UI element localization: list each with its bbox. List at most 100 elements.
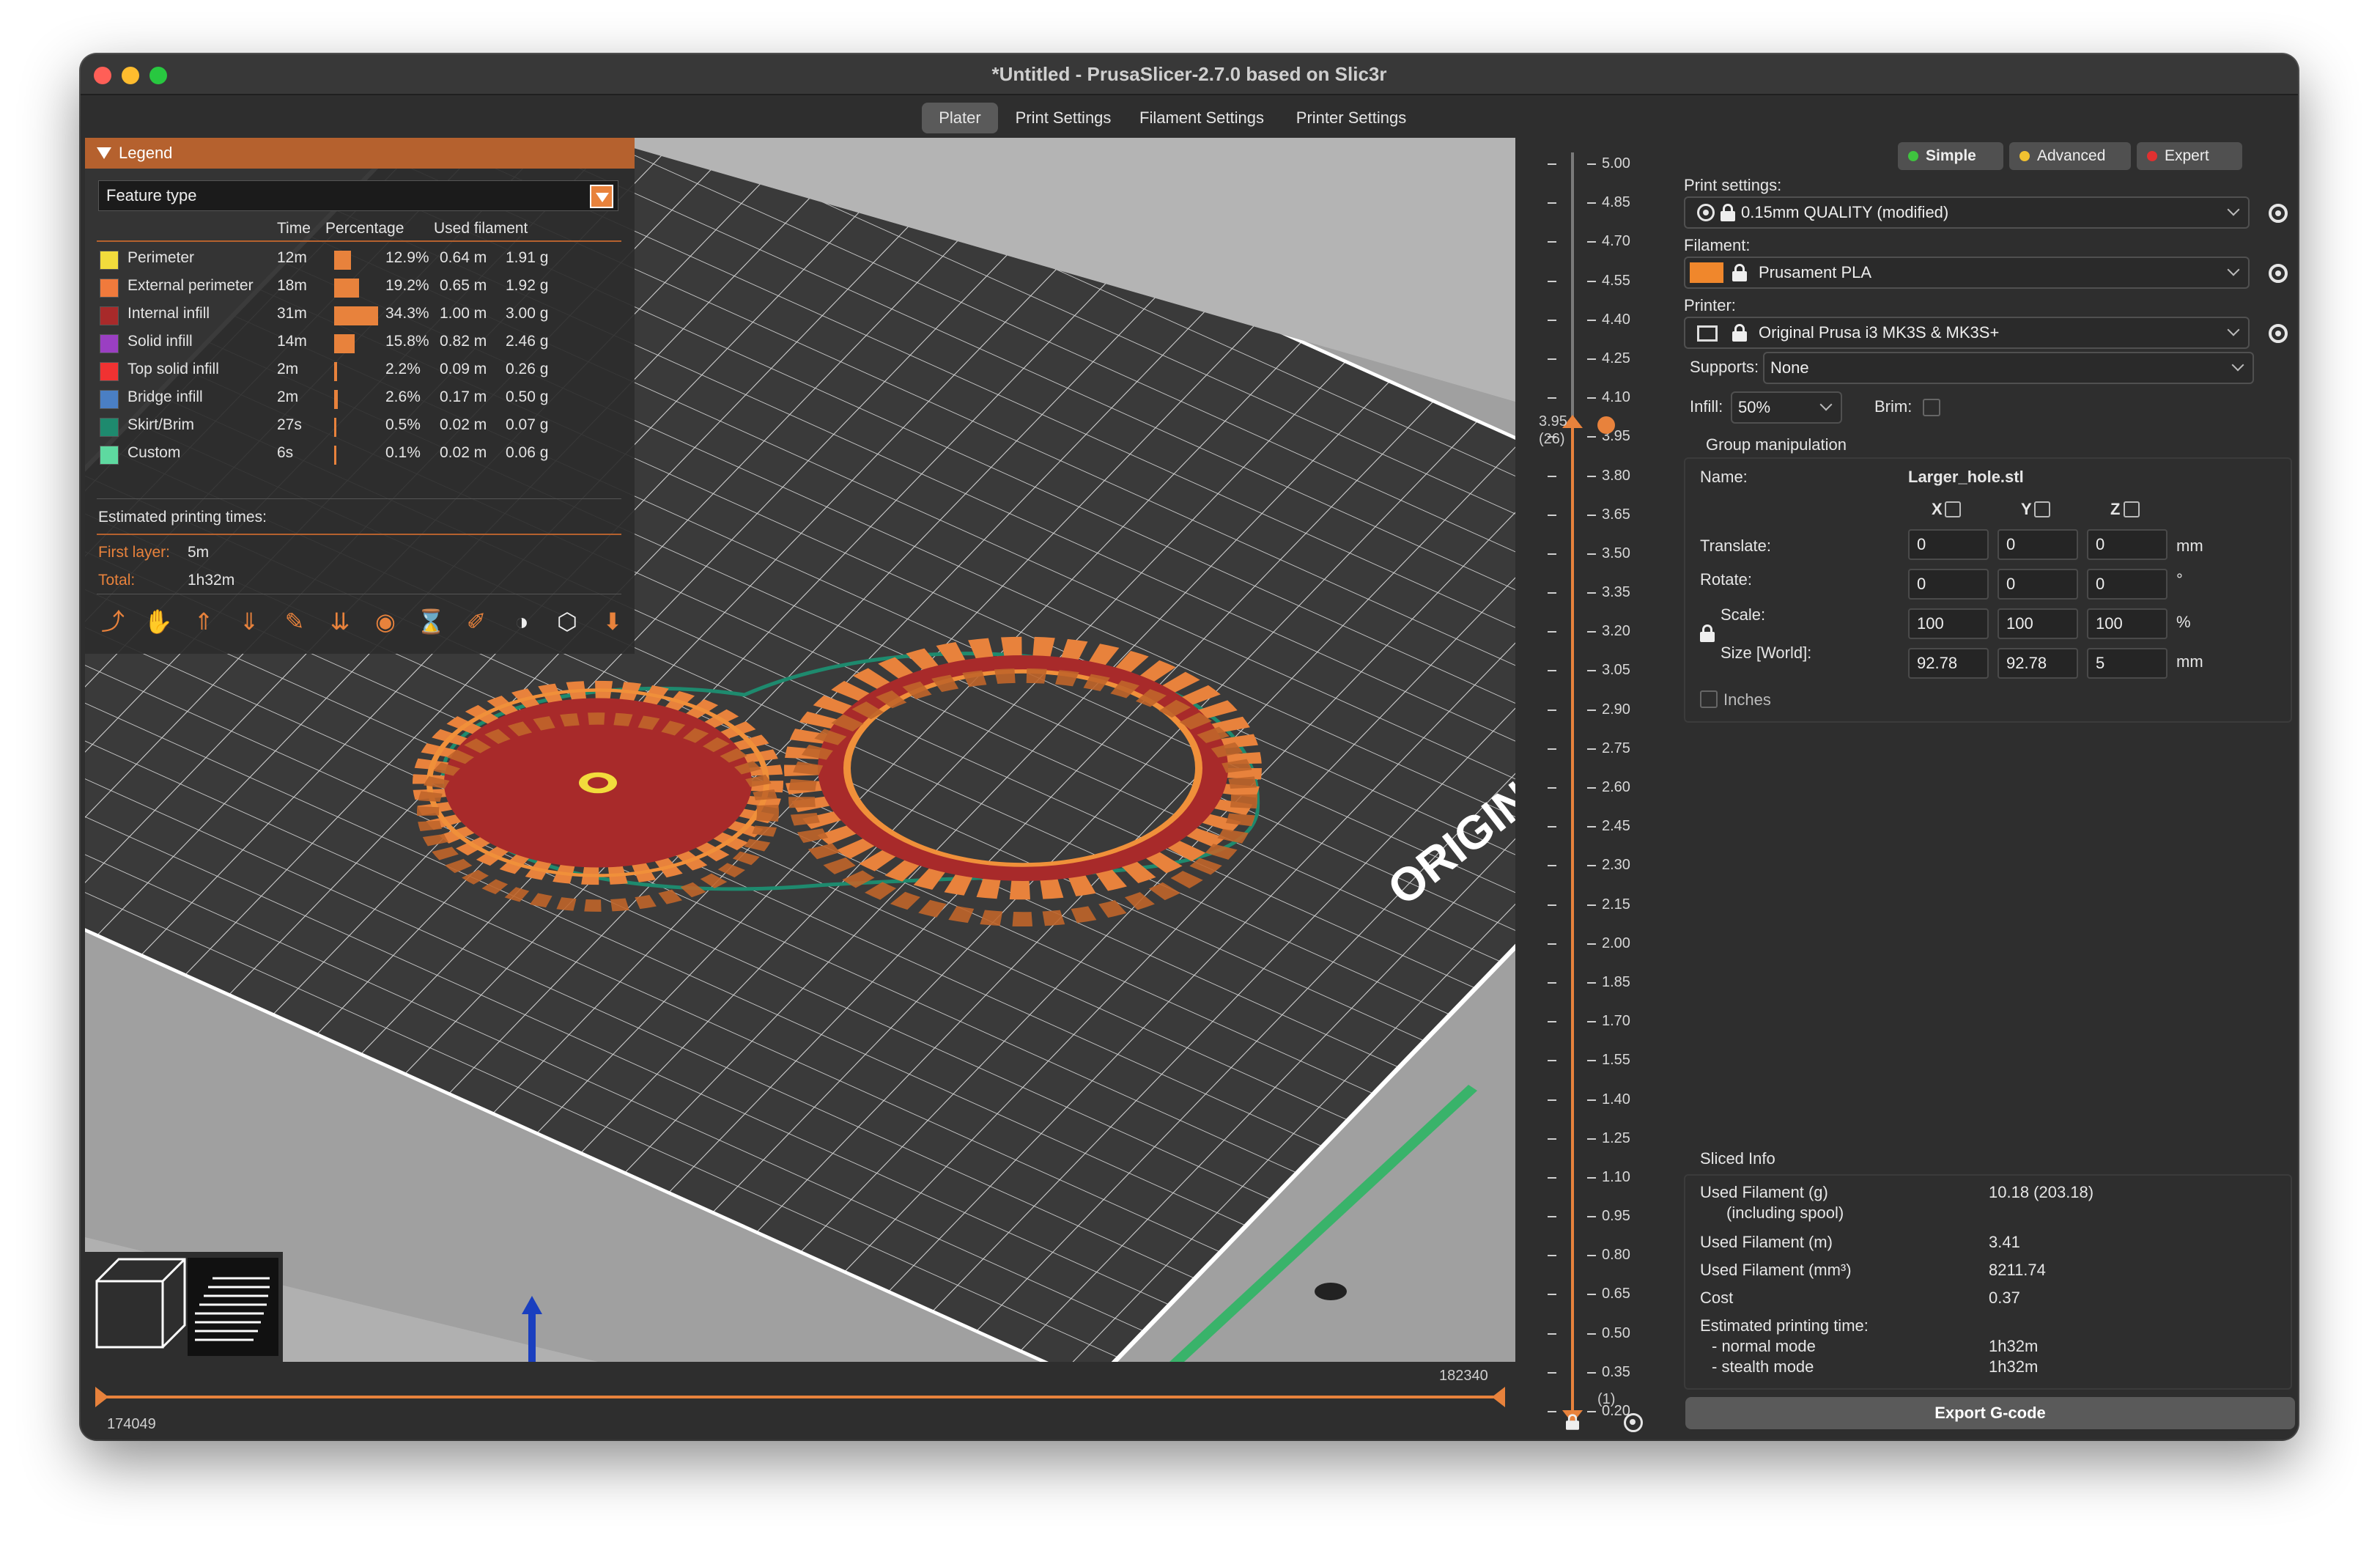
- unlock-icon[interactable]: [1566, 1414, 1579, 1430]
- rotate-x-input[interactable]: 0: [1908, 569, 1989, 600]
- inches-checkbox[interactable]: [1700, 690, 1718, 708]
- tick-mark: [1548, 865, 1556, 866]
- preview-view-button[interactable]: [188, 1258, 278, 1356]
- filament-color-swatch[interactable]: [1690, 262, 1723, 283]
- size-y-input[interactable]: 92.78: [1998, 648, 2078, 679]
- shells-icon[interactable]: ⬡: [551, 605, 583, 638]
- infill-combo[interactable]: 50%: [1731, 391, 1842, 424]
- mode-advanced-button[interactable]: Advanced: [2009, 142, 2131, 170]
- legend-row[interactable]: Solid infill 14m 15.8% 0.82 m 2.46 g: [85, 328, 635, 356]
- deretractions-icon[interactable]: ⇓: [233, 605, 265, 638]
- scale-lock-icon[interactable]: [1700, 624, 1715, 642]
- horizontal-slider[interactable]: 174049 182340: [85, 1362, 1515, 1440]
- tick-label: 1.25: [1602, 1130, 1630, 1146]
- tab-printer-settings[interactable]: Printer Settings: [1279, 103, 1423, 133]
- tab-plater[interactable]: Plater: [922, 103, 998, 133]
- used-mm3-label: Used Filament (mm³): [1700, 1261, 1852, 1279]
- tick-label: 2.75: [1602, 740, 1630, 756]
- drop-to-bed-z-icon[interactable]: [2124, 501, 2140, 517]
- feature-type-select[interactable]: Feature type: [98, 180, 618, 211]
- filament-label: Filament:: [1684, 236, 1751, 254]
- expert-dot-icon: [2147, 151, 2157, 161]
- scale-z-input[interactable]: 100: [2087, 608, 2168, 639]
- legend-row[interactable]: Top solid infill 2m 2.2% 0.09 m 0.26 g: [85, 356, 635, 384]
- export-gcode-button[interactable]: Export G-code: [1685, 1397, 2295, 1429]
- brim-checkbox[interactable]: [1923, 399, 1940, 416]
- legend-row[interactable]: Bridge infill 2m 2.6% 0.17 m 0.50 g: [85, 384, 635, 412]
- rotate-z-input[interactable]: 0: [2087, 569, 2168, 600]
- drop-to-bed-y-icon[interactable]: [2034, 501, 2050, 517]
- tick-mark: [1587, 163, 1596, 165]
- legend-header[interactable]: Legend: [85, 138, 635, 169]
- mode-expert-button[interactable]: Expert: [2137, 142, 2242, 170]
- right-thumb-icon[interactable]: [1492, 1387, 1505, 1407]
- legend-length: 0.65 m: [440, 277, 487, 294]
- left-thumb-icon[interactable]: [95, 1387, 108, 1407]
- dropdown-arrow-icon[interactable]: [590, 185, 613, 208]
- scale-label: Scale:: [1721, 605, 1766, 624]
- wipe-icon[interactable]: ✋: [142, 605, 174, 638]
- translate-x-input[interactable]: 0: [1908, 529, 1989, 560]
- mode-simple-button[interactable]: Simple: [1898, 142, 2003, 170]
- print-settings-combo[interactable]: 0.15mm QUALITY (modified): [1684, 196, 2250, 229]
- printer-combo[interactable]: Original Prusa i3 MK3S & MK3S+: [1684, 317, 2250, 349]
- drop-to-bed-x-icon[interactable]: [1945, 501, 1961, 517]
- pause-prints-icon[interactable]: ⌛: [415, 605, 447, 638]
- sidebar: Simple Advanced Expert Print settings: 0…: [1682, 138, 2298, 1440]
- tick-mark: [1548, 476, 1556, 477]
- filament-combo[interactable]: Prusament PLA: [1684, 257, 2250, 289]
- tool-changes-icon[interactable]: ⇊: [324, 605, 356, 638]
- printer-gear-icon[interactable]: [2269, 324, 2288, 343]
- scale-y-input[interactable]: 100: [1998, 608, 2078, 639]
- tool-marker-icon[interactable]: ⬇: [596, 605, 629, 638]
- tick-mark: [1548, 202, 1556, 204]
- 3d-view-button[interactable]: [89, 1253, 182, 1356]
- stealth-mode-label: - stealth mode: [1712, 1357, 1814, 1376]
- center-of-gravity-icon[interactable]: ◑: [506, 605, 538, 638]
- legend-row[interactable]: Internal infill 31m 34.3% 1.00 m 3.00 g: [85, 301, 635, 328]
- legend-row[interactable]: Skirt/Brim 27s 0.5% 0.02 m 0.07 g: [85, 412, 635, 440]
- vertical-slider[interactable]: 5.00 4.85 4.70 4.55 4.40 4.25 4.10 3.95 3.80 3.65…: [1521, 138, 1643, 1440]
- settings-cog-icon[interactable]: [1624, 1413, 1643, 1432]
- tick-mark: [1548, 1411, 1556, 1412]
- seams-icon[interactable]: ✎: [278, 605, 311, 638]
- legend-time: 6s: [277, 444, 294, 461]
- size-x-input[interactable]: 92.78: [1908, 648, 1989, 679]
- filament-gear-icon[interactable]: [2269, 264, 2288, 283]
- add-color-change-icon[interactable]: [1597, 416, 1615, 434]
- tab-filament-settings[interactable]: Filament Settings: [1127, 103, 1276, 133]
- tick-mark: [1548, 320, 1556, 321]
- tick-mark: [1587, 1255, 1596, 1256]
- tick-label: 1.55: [1602, 1052, 1630, 1068]
- translate-y-input[interactable]: 0: [1998, 529, 2078, 560]
- translate-z-input[interactable]: 0: [2087, 529, 2168, 560]
- retractions-icon[interactable]: ⇑: [188, 605, 220, 638]
- tick-label: 2.45: [1602, 818, 1630, 834]
- used-g-value: 10.18 (203.18): [1989, 1183, 2094, 1201]
- legend-percentage-bar: [334, 279, 359, 298]
- legend-color-swatch: [100, 446, 119, 465]
- tick-mark: [1587, 436, 1596, 438]
- tick-mark: [1587, 904, 1596, 906]
- tab-print-settings[interactable]: Print Settings: [1002, 103, 1124, 133]
- supports-combo[interactable]: None: [1763, 352, 2254, 384]
- custom-gcode-icon[interactable]: ✐: [460, 605, 492, 638]
- legend-row[interactable]: Custom 6s 0.1% 0.02 m 0.06 g: [85, 440, 635, 468]
- chevron-down-icon: [2227, 203, 2240, 216]
- print-settings-gear-icon[interactable]: [2269, 204, 2288, 223]
- travel-icon[interactable]: ⤴: [97, 605, 129, 638]
- legend-row[interactable]: Perimeter 12m 12.9% 0.64 m 1.91 g: [85, 245, 635, 273]
- scale-x-input[interactable]: 100: [1908, 608, 1989, 639]
- translate-unit: mm: [2176, 537, 2203, 555]
- tick-mark: [1587, 710, 1596, 711]
- horizontal-slider-track: [103, 1396, 1498, 1398]
- legend-length: 0.64 m: [440, 249, 487, 266]
- legend-row[interactable]: External perimeter 18m 19.2% 0.65 m 1.92 g: [85, 273, 635, 301]
- stealth-mode-value: 1h32m: [1989, 1357, 2039, 1376]
- size-z-input[interactable]: 5: [2087, 648, 2168, 679]
- color-changes-icon[interactable]: ◉: [369, 605, 402, 638]
- rotate-y-input[interactable]: 0: [1998, 569, 2078, 600]
- tick-mark: [1548, 1099, 1556, 1101]
- infill-label: Infill:: [1690, 397, 1723, 416]
- first-layer-value: 5m: [188, 544, 210, 561]
